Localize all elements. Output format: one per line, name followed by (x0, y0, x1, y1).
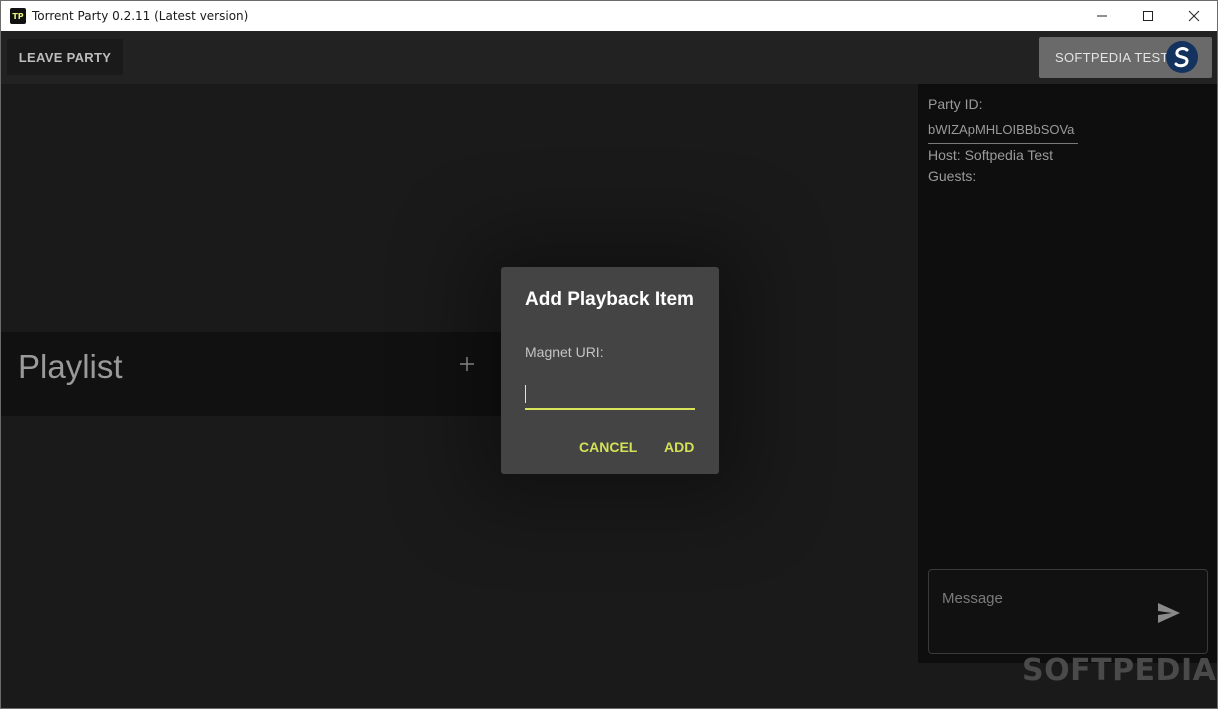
playlist-title: Playlist (18, 348, 123, 385)
watermark-text: SOFTPEDIA (1022, 653, 1217, 688)
party-sidebar: Party ID: bWIZApMHLOIBBbSOVa Host: Softp… (918, 84, 1217, 663)
dialog-actions: CANCEL ADD (501, 439, 719, 459)
softpedia-watermark: SOFTPEDIA® (1022, 653, 1217, 688)
message-input[interactable]: Message (928, 569, 1208, 654)
minimize-icon (1097, 15, 1107, 17)
host-label: Host: Softpedia Test (928, 147, 1054, 163)
maximize-icon (1143, 11, 1153, 21)
leave-party-button[interactable]: LEAVE PARTY (7, 39, 123, 75)
app-bar: LEAVE PARTY SOFTPEDIA TEST (1, 31, 1217, 84)
app-logo-icon: TP (10, 8, 26, 24)
user-name-label: SOFTPEDIA TEST (1055, 50, 1169, 65)
avatar (1166, 41, 1198, 73)
playlist-header: Playlist (1, 332, 501, 416)
title-bar: TP Torrent Party 0.2.11 (Latest version) (1, 1, 1217, 31)
app-window: TP Torrent Party 0.2.11 (Latest version)… (0, 0, 1218, 709)
main-panel: Playlist (1, 84, 917, 708)
close-icon (1188, 10, 1200, 22)
softpedia-logo-icon (1167, 42, 1197, 72)
guests-label: Guests: (928, 168, 977, 184)
message-placeholder: Message (942, 590, 1003, 607)
window-controls (1079, 1, 1217, 31)
minimize-button[interactable] (1079, 1, 1125, 31)
magnet-uri-label: Magnet URI: (525, 344, 604, 360)
dialog-title: Add Playback Item (525, 289, 694, 310)
text-caret (525, 385, 526, 403)
magnet-uri-input[interactable] (525, 380, 695, 410)
cancel-button[interactable]: CANCEL (579, 439, 637, 455)
send-icon[interactable] (1157, 602, 1181, 624)
add-playback-item-dialog: Add Playback Item Magnet URI: CANCEL ADD (501, 267, 719, 474)
add-button[interactable]: ADD (664, 439, 694, 455)
add-playlist-item-icon[interactable] (457, 354, 477, 374)
window-title: Torrent Party 0.2.11 (Latest version) (32, 9, 249, 23)
user-account-button[interactable]: SOFTPEDIA TEST (1039, 37, 1212, 78)
party-id-label: Party ID: (928, 96, 983, 112)
close-button[interactable] (1171, 1, 1217, 31)
party-id-value[interactable]: bWIZApMHLOIBBbSOVa (928, 122, 1078, 144)
maximize-button[interactable] (1125, 1, 1171, 31)
